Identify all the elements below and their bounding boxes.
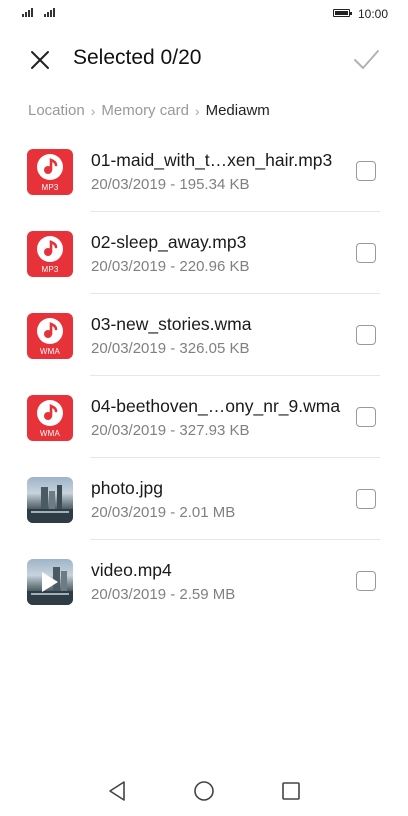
file-checkbox[interactable] xyxy=(356,571,376,591)
file-checkbox[interactable] xyxy=(356,407,376,427)
file-name: video.mp4 xyxy=(91,560,172,580)
selection-header: Selected 0/20 xyxy=(0,36,408,84)
file-name: 01-maid_with_t…xen_hair.mp3 xyxy=(91,150,333,170)
confirm-button[interactable] xyxy=(352,46,380,74)
file-checkbox[interactable] xyxy=(356,161,376,181)
file-row[interactable]: WMA 03-new_stories.wma 20/03/2019 - 326.… xyxy=(0,294,408,376)
file-meta: 20/03/2019 - 2.01 MB xyxy=(91,504,236,521)
status-time: 10:00 xyxy=(358,7,389,21)
signal-icon xyxy=(44,8,55,17)
nav-recent-button[interactable] xyxy=(281,781,301,806)
close-icon xyxy=(31,51,49,69)
breadcrumb: Location › Memory card › Mediawm xyxy=(28,102,270,119)
signal-icon xyxy=(22,8,33,17)
file-name: photo.jpg xyxy=(91,478,164,498)
file-meta: 20/03/2019 - 220.96 KB xyxy=(91,258,250,275)
file-checkbox[interactable] xyxy=(356,325,376,345)
audio-file-icon: MP3 xyxy=(27,149,73,195)
status-bar: 10:00 xyxy=(0,0,408,28)
image-thumbnail-icon xyxy=(27,477,73,523)
video-thumbnail-icon xyxy=(27,559,73,605)
file-name: 03-new_stories.wma xyxy=(91,314,252,334)
page-title: Selected 0/20 xyxy=(73,46,202,69)
chevron-right-icon: › xyxy=(90,102,96,119)
file-meta: 20/03/2019 - 195.34 KB xyxy=(91,176,250,193)
chevron-right-icon: › xyxy=(194,102,200,119)
close-button[interactable] xyxy=(28,48,52,72)
nav-home-button[interactable] xyxy=(193,780,215,807)
navigation-bar xyxy=(0,768,408,816)
audio-file-icon: MP3 xyxy=(27,231,73,277)
file-name: 02-sleep_away.mp3 xyxy=(91,232,247,252)
audio-file-icon: WMA xyxy=(27,313,73,359)
recent-apps-square-icon xyxy=(282,782,300,800)
file-row[interactable]: photo.jpg 20/03/2019 - 2.01 MB xyxy=(0,458,408,540)
back-triangle-icon xyxy=(109,781,125,801)
file-row[interactable]: MP3 02-sleep_away.mp3 20/03/2019 - 220.9… xyxy=(0,212,408,294)
file-name: 04-beethoven_…ony_nr_9.wma xyxy=(91,396,341,416)
file-meta: 20/03/2019 - 326.05 KB xyxy=(91,340,250,357)
file-picker-screen: 10:00 Selected 0/20 Location › Memory ca… xyxy=(0,0,408,816)
file-checkbox[interactable] xyxy=(356,489,376,509)
home-circle-icon xyxy=(194,781,214,801)
file-type-badge: WMA xyxy=(39,347,61,356)
breadcrumb-item-location[interactable]: Location xyxy=(28,102,85,119)
file-type-badge: WMA xyxy=(39,429,61,438)
file-list: MP3 01-maid_with_t…xen_hair.mp3 20/03/20… xyxy=(0,130,408,622)
breadcrumb-item-memory-card[interactable]: Memory card xyxy=(101,102,189,119)
checkmark-icon xyxy=(354,50,379,69)
file-row[interactable]: video.mp4 20/03/2019 - 2.59 MB xyxy=(0,540,408,622)
audio-file-icon: WMA xyxy=(27,395,73,441)
file-type-badge: MP3 xyxy=(41,265,59,274)
file-row[interactable]: WMA 04-beethoven_…ony_nr_9.wma 20/03/201… xyxy=(0,376,408,458)
file-meta: 20/03/2019 - 327.93 KB xyxy=(91,422,250,439)
file-checkbox[interactable] xyxy=(356,243,376,263)
nav-back-button[interactable] xyxy=(107,780,127,807)
battery-icon xyxy=(333,9,352,17)
file-type-badge: MP3 xyxy=(41,183,59,192)
file-meta: 20/03/2019 - 2.59 MB xyxy=(91,586,236,603)
breadcrumb-item-current: Mediawm xyxy=(205,102,270,119)
play-icon xyxy=(42,572,58,592)
file-row[interactable]: MP3 01-maid_with_t…xen_hair.mp3 20/03/20… xyxy=(0,130,408,212)
